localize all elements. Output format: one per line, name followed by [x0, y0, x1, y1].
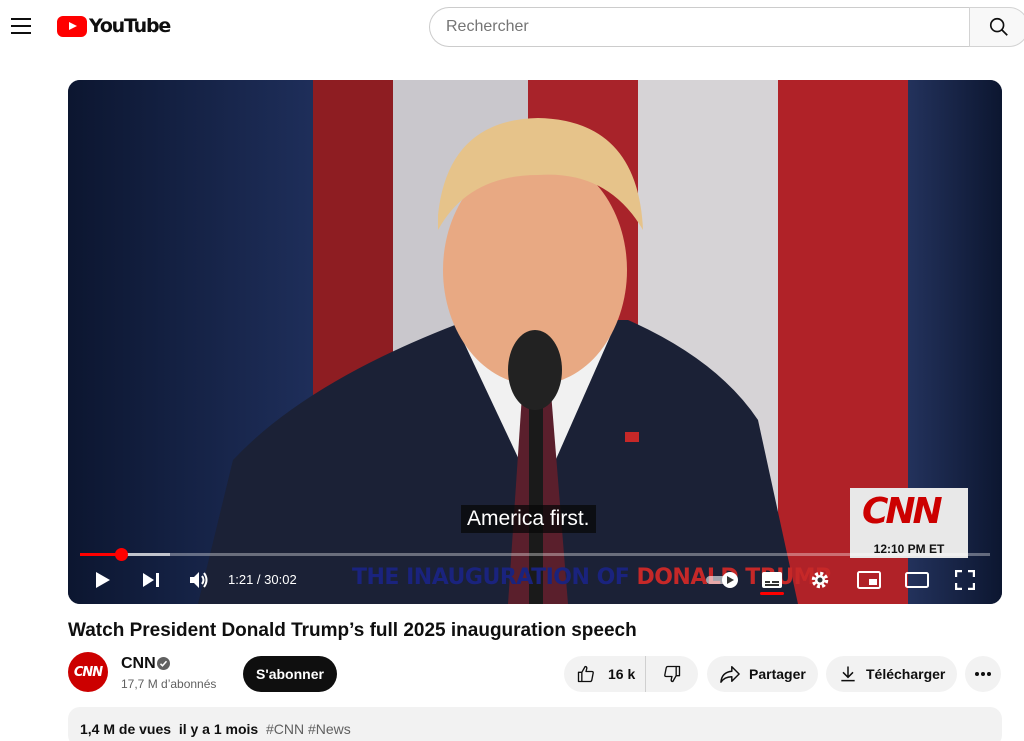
fullscreen-button[interactable] — [954, 567, 976, 593]
volume-icon — [190, 572, 208, 588]
hashtags[interactable]: #CNN #News — [266, 721, 351, 737]
next-icon — [143, 573, 159, 587]
like-button[interactable]: 16 k — [564, 656, 646, 692]
share-arrow-icon — [720, 666, 740, 683]
more-actions-button[interactable] — [965, 656, 1001, 692]
view-count: 1,4 M de vues — [80, 721, 172, 737]
next-button[interactable] — [140, 567, 162, 593]
subtitles-icon — [762, 572, 782, 588]
more-horizontal-icon — [975, 672, 991, 676]
autoplay-toggle-icon — [706, 572, 738, 588]
dislike-button[interactable] — [646, 656, 698, 692]
search-input[interactable] — [446, 18, 970, 36]
autoplay-toggle[interactable] — [702, 567, 742, 593]
channel-avatar[interactable]: CNN — [68, 652, 108, 692]
video-player[interactable]: THE INAUGURATION OF DONALD TRUMP CNN 12:… — [68, 80, 1002, 604]
subscribe-button[interactable]: S'abonner — [243, 656, 337, 692]
thumbs-up-icon — [577, 665, 594, 683]
youtube-play-icon — [57, 15, 87, 37]
description-box[interactable]: 1,4 M de vues il y a 1 mois #CNN #News — [68, 707, 1002, 741]
like-dislike-group: 16 k — [564, 656, 698, 692]
thumbs-down-icon — [664, 665, 681, 683]
upload-age: il y a 1 mois — [178, 721, 259, 737]
fullscreen-icon — [955, 570, 975, 590]
channel-name[interactable]: CNN — [121, 655, 156, 673]
search-box — [429, 7, 970, 47]
cnn-watermark: CNN 12:10 PM ET — [850, 488, 968, 558]
play-button[interactable] — [92, 567, 114, 593]
settings-icon — [811, 571, 829, 589]
logo-text: YouTube — [89, 15, 171, 37]
settings-button[interactable] — [809, 567, 831, 593]
subtitles-button[interactable] — [760, 567, 784, 593]
menu-icon[interactable] — [11, 18, 31, 34]
theater-mode-icon — [905, 572, 929, 588]
banner-text: THE INAUGURATION OF DONALD TRUMP — [352, 565, 831, 590]
theater-mode-button[interactable] — [904, 567, 930, 593]
miniplayer-icon — [857, 571, 881, 589]
search-icon — [989, 17, 1008, 36]
caption-text: America first. — [461, 505, 596, 533]
time-display: 1:21 / 30:02 — [228, 572, 297, 587]
miniplayer-button[interactable] — [856, 567, 882, 593]
share-label: Partager — [749, 666, 806, 682]
progress-scrubber[interactable] — [114, 548, 128, 561]
play-icon — [96, 572, 110, 588]
share-button[interactable]: Partager — [707, 656, 818, 692]
video-title: Watch President Donald Trump’s full 2025… — [68, 620, 637, 641]
subtitles-active-indicator — [760, 592, 784, 595]
search-button[interactable] — [969, 7, 1024, 47]
progress-bar[interactable] — [80, 548, 990, 561]
download-button[interactable]: Télécharger — [826, 656, 957, 692]
download-icon — [841, 666, 855, 682]
verified-icon — [157, 657, 170, 670]
volume-button[interactable] — [188, 567, 210, 593]
download-label: Télécharger — [866, 666, 946, 682]
cnn-watermark-logo: CNN — [862, 491, 943, 532]
subscriber-count: 17,7 M d’abonnés — [121, 677, 217, 691]
youtube-logo[interactable]: YouTube — [57, 15, 171, 37]
like-count: 16 k — [608, 666, 636, 682]
